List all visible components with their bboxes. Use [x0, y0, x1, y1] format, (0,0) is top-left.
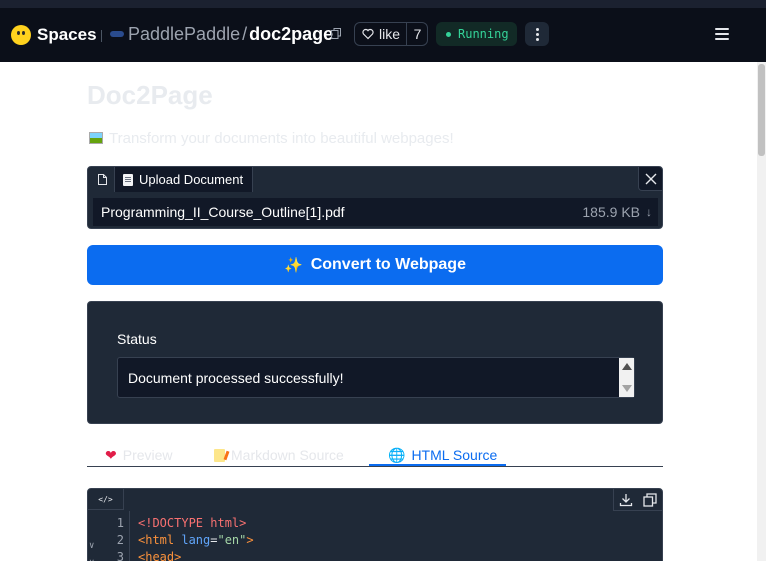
- scroll-up-arrow-icon[interactable]: [622, 363, 632, 370]
- line-number: 3: [116, 550, 124, 561]
- file-size: 185.9 KB: [582, 204, 640, 220]
- clear-file-button[interactable]: [638, 167, 662, 191]
- document-icon: [123, 173, 133, 186]
- tab-markdown-source[interactable]: Markdown Source: [214, 445, 344, 465]
- tab-html-label: HTML Source: [411, 447, 498, 463]
- upload-label-tab: Upload Document: [114, 167, 254, 192]
- close-icon: [645, 173, 657, 185]
- scroll-down-arrow-icon[interactable]: [622, 385, 632, 392]
- download-icon[interactable]: [619, 493, 633, 507]
- copy-icon[interactable]: [331, 28, 341, 39]
- tabs-baseline: [87, 466, 663, 467]
- code-line: ∨ 3 <head>: [88, 549, 662, 561]
- memo-icon: [214, 448, 225, 462]
- sparkles-icon: ✨: [284, 257, 303, 274]
- app-description: Transform your documents into beautiful …: [89, 129, 454, 147]
- convert-button-label: Convert to Webpage: [310, 256, 466, 273]
- page-scrollbar-thumb[interactable]: [758, 64, 765, 156]
- repo-breadcrumb: PaddlePaddle / doc2page: [110, 23, 333, 45]
- hugging-face-logo-icon: [11, 25, 31, 45]
- org-avatar: [110, 31, 124, 37]
- hamburger-menu-icon[interactable]: [715, 28, 729, 40]
- line-number: 2: [116, 533, 124, 547]
- brand-label: Spaces: [37, 25, 97, 44]
- tab-preview[interactable]: ❤ Preview: [105, 445, 173, 465]
- running-dot: [446, 31, 451, 37]
- upload-label: Upload Document: [139, 172, 244, 187]
- status-value: Document processed successfully!: [128, 370, 344, 386]
- code-text: <html lang="en">: [138, 533, 254, 547]
- code-line: 1 <!DOCTYPE html>: [88, 515, 662, 532]
- header-top-strip: [0, 0, 766, 8]
- top-header: Spaces PaddlePaddle / doc2page like 7 Ru…: [0, 0, 766, 62]
- code-toolbar: [613, 489, 662, 511]
- app-description-text: Transform your documents into beautiful …: [109, 129, 454, 147]
- app-title: Doc2Page: [87, 80, 213, 110]
- uploaded-file-row: Programming_II_Course_Outline[1].pdf 185…: [93, 198, 658, 226]
- spaces-home-link[interactable]: Spaces: [11, 24, 97, 46]
- code-line: ∨ 2 <html lang="en">: [88, 532, 662, 551]
- globe-icon: 🌐: [388, 446, 406, 463]
- code-label-tab: </>: [88, 489, 124, 510]
- org-link[interactable]: PaddlePaddle: [128, 24, 240, 45]
- code-text: <!DOCTYPE html>: [138, 516, 247, 530]
- like-label: like: [379, 26, 401, 42]
- upload-document-field[interactable]: Upload Document Programming_II_Course_Ou…: [87, 166, 663, 229]
- heart-icon: ❤: [105, 446, 117, 463]
- convert-to-webpage-button[interactable]: ✨ Convert to Webpage: [87, 245, 663, 285]
- tab-preview-label: Preview: [122, 447, 173, 463]
- picture-icon: [89, 132, 103, 144]
- file-icon: [98, 174, 107, 185]
- like-count[interactable]: 7: [407, 26, 428, 42]
- like-button[interactable]: like 7: [354, 22, 428, 46]
- header-separator: [101, 30, 102, 42]
- page-scrollbar[interactable]: [757, 62, 766, 561]
- fold-toggle-icon[interactable]: ∨: [89, 555, 94, 561]
- code-text: <head>: [138, 550, 182, 561]
- status-scrollbar[interactable]: [619, 358, 634, 397]
- status-label: Status: [117, 331, 157, 347]
- heart-icon: [362, 28, 374, 40]
- download-icon[interactable]: ↓: [646, 205, 652, 219]
- file-name[interactable]: Programming_II_Course_Outline[1].pdf: [101, 204, 345, 220]
- copy-code-icon[interactable]: [643, 492, 657, 507]
- output-tabs: ❤ Preview Markdown Source 🌐 HTML Source: [87, 442, 663, 468]
- selected-tab-indicator: [369, 464, 506, 466]
- running-status-badge[interactable]: Running: [436, 22, 517, 46]
- line-number: 1: [116, 516, 124, 530]
- tab-markdown-label: Markdown Source: [231, 447, 344, 463]
- space-app-page: Doc2Page Transform your documents into b…: [0, 62, 757, 561]
- running-label: Running: [458, 27, 509, 41]
- breadcrumb-slash: /: [242, 23, 248, 44]
- upload-label-row: Upload Document: [88, 167, 254, 192]
- repo-link[interactable]: doc2page: [249, 24, 333, 45]
- kebab-menu-icon[interactable]: [525, 22, 549, 46]
- status-panel: Status Document processed successfully!: [87, 301, 663, 424]
- html-code-viewer[interactable]: </> 1 <!DOCTYPE html> ∨ 2 <html lang="en…: [87, 488, 663, 561]
- tab-html-source[interactable]: 🌐 HTML Source: [388, 445, 497, 465]
- status-textbox[interactable]: Document processed successfully!: [117, 357, 635, 398]
